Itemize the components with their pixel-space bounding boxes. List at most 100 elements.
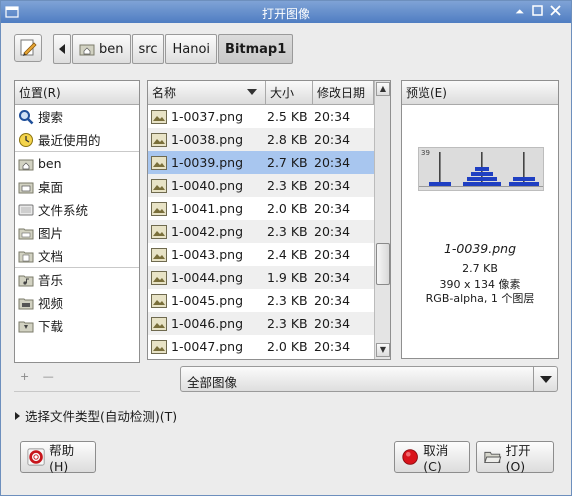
place-item-desktop[interactable]: 桌面	[15, 175, 139, 198]
file-list-scrollbar[interactable]: ▲ ▼	[374, 81, 390, 359]
home-folder-icon	[79, 44, 95, 56]
path-scroll-left-button[interactable]	[53, 34, 71, 64]
place-label: 文件系统	[38, 203, 89, 218]
place-item-search[interactable]: 搜索	[15, 105, 139, 128]
file-name: 1-0039.png	[171, 155, 244, 170]
place-label: ben	[38, 156, 62, 171]
file-modified: 20:34	[314, 155, 351, 170]
close-icon[interactable]	[549, 5, 562, 18]
add-remove-bookmark-handles[interactable]: + —	[14, 370, 74, 383]
preview-filename: 1-0039.png	[443, 241, 517, 256]
sort-descending-icon	[247, 89, 257, 95]
image-file-icon	[151, 247, 167, 262]
chevron-down-icon[interactable]	[533, 367, 557, 391]
place-item-home[interactable]: ben	[15, 152, 139, 175]
column-header-name[interactable]: 名称	[148, 81, 266, 105]
file-name: 1-0040.png	[171, 178, 244, 193]
preview-header-label: 预览(E)	[406, 86, 447, 100]
place-item-pictures[interactable]: 图片	[15, 221, 139, 244]
file-name: 1-0041.png	[171, 201, 244, 216]
table-row[interactable]: 1-0038.png 2.8 KB 20:34	[148, 128, 374, 151]
file-size: 2.0 KB	[267, 339, 308, 354]
help-button[interactable]: 帮助(H)	[20, 441, 96, 474]
file-modified: 20:34	[314, 247, 351, 262]
file-modified: 20:34	[314, 293, 351, 308]
search-icon	[19, 109, 34, 124]
file-name: 1-0038.png	[171, 132, 244, 147]
places-header[interactable]: 位置(R)	[15, 81, 139, 105]
path-segment-hanoi[interactable]: Hanoi	[165, 34, 218, 64]
table-row[interactable]: 1-0043.png 2.4 KB 20:34	[148, 243, 374, 266]
type-location-button[interactable]	[14, 34, 42, 62]
file-name: 1-0046.png	[171, 316, 244, 331]
image-file-icon	[151, 201, 167, 216]
open-button-label: 打开(O)	[505, 443, 531, 474]
file-type-filter[interactable]: 全部图像	[180, 366, 558, 392]
cancel-icon	[402, 449, 418, 465]
file-size: 1.9 KB	[267, 270, 308, 285]
path-segment-bitmap1[interactable]: Bitmap1	[218, 34, 294, 64]
path-segment-ben[interactable]: ben	[72, 34, 131, 64]
file-size: 2.7 KB	[267, 155, 308, 170]
image-file-icon	[151, 224, 167, 239]
file-modified: 20:34	[314, 201, 351, 216]
file-modified: 20:34	[314, 132, 351, 147]
image-file-icon	[151, 339, 167, 354]
file-name: 1-0045.png	[171, 293, 244, 308]
preview-header[interactable]: 预览(E)	[402, 81, 558, 105]
image-file-icon	[151, 316, 167, 331]
maximize-icon[interactable]	[531, 5, 544, 18]
place-item-filesystem[interactable]: 文件系统	[15, 198, 139, 221]
file-size: 2.4 KB	[267, 247, 308, 262]
image-file-icon	[151, 109, 167, 124]
desktop-folder-icon	[18, 182, 34, 193]
open-button[interactable]: 打开(O)	[476, 441, 554, 474]
select-file-type-expander[interactable]: 选择文件类型(自动检测)(T)	[15, 406, 177, 425]
table-row[interactable]: 1-0042.png 2.3 KB 20:34	[148, 220, 374, 243]
column-header-modified[interactable]: 修改日期	[313, 81, 374, 105]
scrollbar-thumb[interactable]	[376, 243, 390, 285]
file-name: 1-0043.png	[171, 247, 244, 262]
file-name: 1-0042.png	[171, 224, 244, 239]
column-header-label: 名称	[152, 86, 177, 100]
path-segment-src[interactable]: src	[131, 34, 165, 64]
column-header-size[interactable]: 大小	[266, 81, 313, 105]
place-label: 音乐	[38, 273, 64, 288]
file-modified: 20:34	[314, 178, 351, 193]
table-row[interactable]: 1-0040.png 2.3 KB 20:34	[148, 174, 374, 197]
title-bar[interactable]: 打开图像 ⏶	[1, 1, 571, 23]
scroll-up-button[interactable]: ▲	[376, 82, 390, 96]
table-row[interactable]: 1-0044.png 1.9 KB 20:34	[148, 266, 374, 289]
place-item-videos[interactable]: 视频	[15, 291, 139, 314]
add-bookmark-icon[interactable]: +	[20, 370, 29, 383]
file-size: 2.0 KB	[267, 201, 308, 216]
scroll-down-button[interactable]: ▼	[376, 343, 390, 357]
file-size: 2.3 KB	[267, 224, 308, 239]
help-icon	[27, 448, 45, 466]
place-label: 桌面	[38, 180, 64, 195]
sidebar-divider	[14, 391, 140, 392]
expander-label: 选择文件类型(自动检测)(T)	[25, 409, 178, 424]
remove-bookmark-icon[interactable]: —	[43, 370, 54, 383]
table-row[interactable]: 1-0046.png 2.3 KB 20:34	[148, 312, 374, 335]
table-row[interactable]: 1-0039.png 2.7 KB 20:34	[148, 151, 374, 174]
column-header-label: 大小	[270, 86, 295, 100]
roll-up-icon[interactable]: ⏶	[513, 5, 526, 18]
table-row[interactable]: 1-0045.png 2.3 KB 20:34	[148, 289, 374, 312]
place-item-recent[interactable]: 最近使用的	[15, 128, 139, 151]
place-label: 文档	[38, 249, 64, 264]
place-item-music[interactable]: 音乐	[15, 268, 139, 291]
table-row[interactable]: 1-0037.png 2.5 KB 20:34	[148, 105, 374, 128]
table-row[interactable]: 1-0047.png 2.0 KB 20:34	[148, 335, 374, 358]
file-modified: 20:34	[314, 224, 351, 239]
preview-thumbnail: 39	[418, 147, 544, 191]
cancel-button[interactable]: 取消(C)	[394, 441, 470, 474]
place-item-downloads[interactable]: 下载	[15, 314, 139, 337]
file-size: 2.3 KB	[267, 316, 308, 331]
image-file-icon	[151, 155, 167, 170]
preview-info: RGB-alpha, 1 个图层	[425, 292, 535, 305]
place-item-documents[interactable]: 文档	[15, 244, 139, 267]
file-list-header: 名称 大小 修改日期	[148, 81, 374, 105]
table-row[interactable]: 1-0041.png 2.0 KB 20:34	[148, 197, 374, 220]
place-label: 最近使用的	[38, 133, 101, 148]
